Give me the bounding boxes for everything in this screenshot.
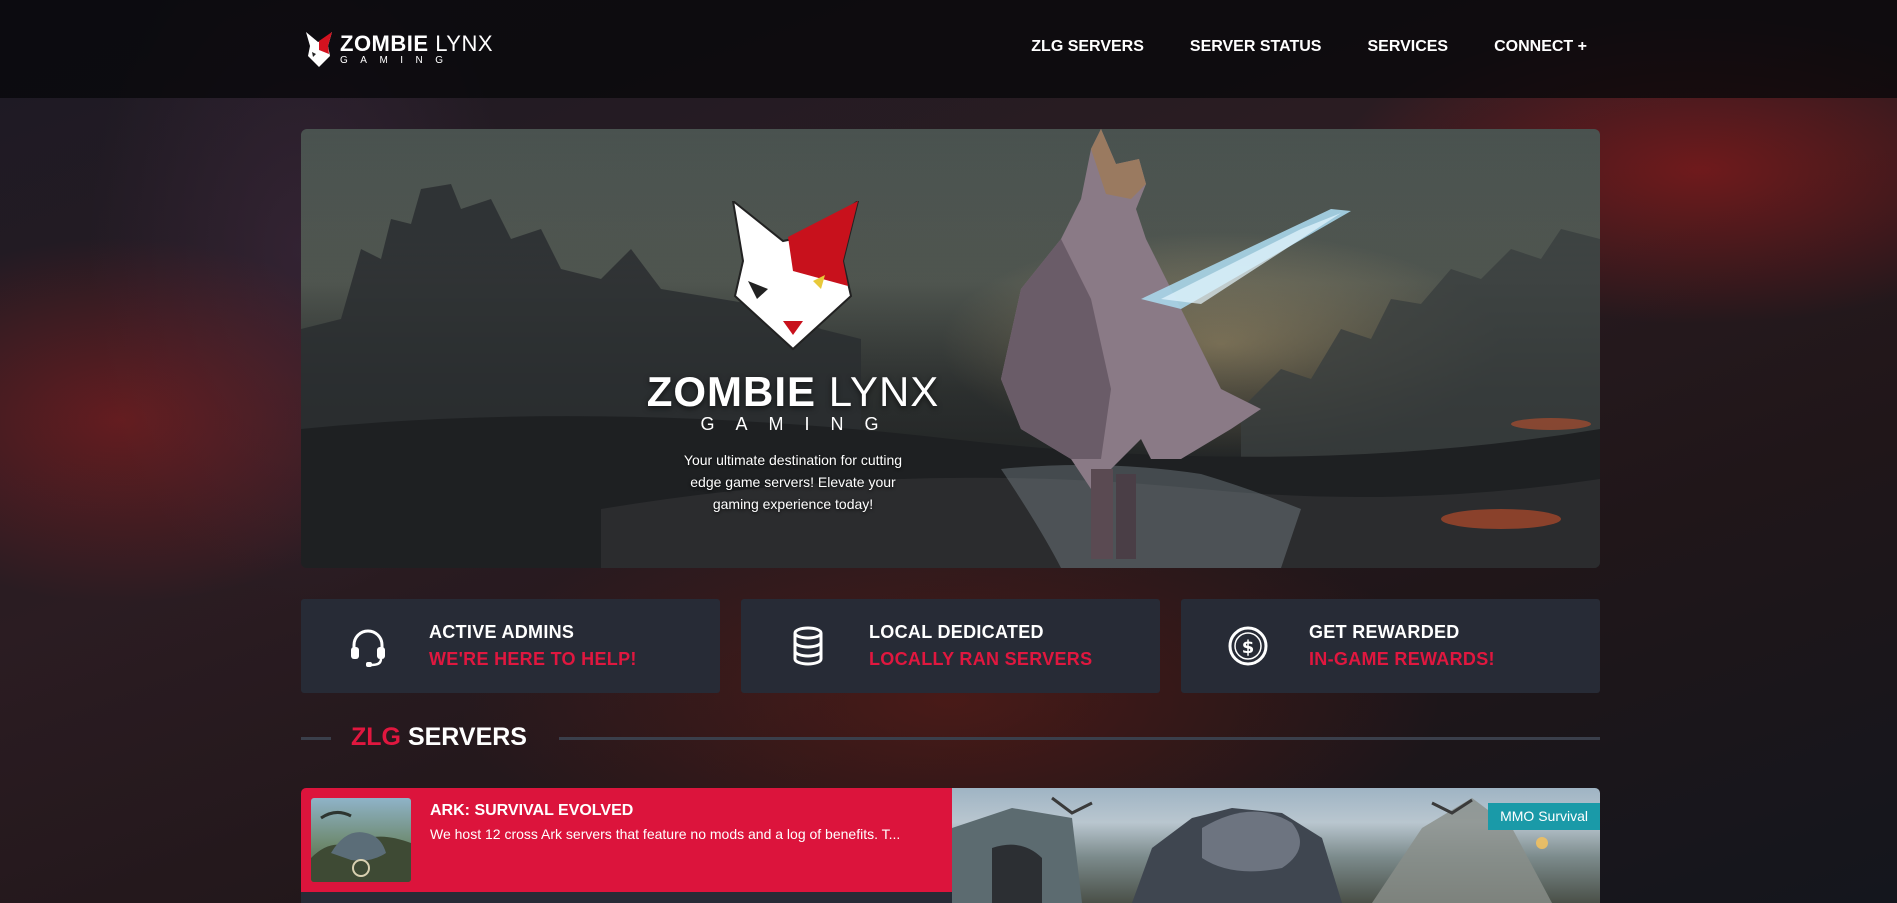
feature-get-rewarded: $ GET REWARDED IN-GAME REWARDS! bbox=[1181, 599, 1600, 693]
hero-title-light: LYNX bbox=[828, 368, 940, 415]
nav-zlg-servers[interactable]: ZLG SERVERS bbox=[1031, 38, 1144, 56]
hero-banner: ZOMBIE LYNX GAMING Your ultimate destina… bbox=[301, 129, 1600, 568]
feature-subtitle: IN-GAME REWARDS! bbox=[1309, 649, 1495, 669]
section-divider-right bbox=[559, 737, 1600, 740]
main-nav: ZLG SERVERS SERVER STATUS SERVICES CONNE… bbox=[1031, 38, 1587, 56]
section-title-accent: ZLG bbox=[351, 723, 401, 751]
hero-subtitle: GAMING bbox=[700, 414, 900, 434]
feature-local-dedicated: LOCAL DEDICATED LOCALLY RAN SERVERS bbox=[741, 599, 1160, 693]
headset-icon bbox=[351, 629, 385, 667]
nav-services[interactable]: SERVICES bbox=[1367, 38, 1448, 56]
server-category-badge: MMO Survival bbox=[1488, 803, 1600, 830]
feature-title: LOCAL DEDICATED bbox=[869, 622, 1044, 642]
section-divider-left bbox=[301, 737, 331, 740]
feature-title: GET REWARDED bbox=[1309, 622, 1460, 642]
server-banner-image: MMO Survival bbox=[952, 788, 1600, 903]
hero-title-bold: ZOMBIE bbox=[646, 368, 817, 415]
server-card-ark[interactable]: ARK: SURVIVAL EVOLVED We host 12 cross A… bbox=[301, 788, 1600, 903]
section-header-servers: ZLG SERVERS bbox=[301, 720, 1600, 756]
dollar-coin-icon: $ bbox=[1228, 626, 1268, 666]
logo-name-bold: ZOMBIE bbox=[340, 30, 429, 56]
feature-active-admins: ACTIVE ADMINS WE'RE HERE TO HELP! bbox=[301, 599, 720, 693]
nav-server-status[interactable]: SERVER STATUS bbox=[1190, 38, 1322, 56]
site-logo[interactable]: ZOMBIE LYNX GAMING bbox=[304, 28, 493, 70]
hero-lynx-logo-icon bbox=[731, 198, 860, 351]
hero-background-scene bbox=[301, 129, 1600, 568]
section-title-rest: SERVERS bbox=[407, 723, 527, 751]
server-description: We host 12 cross Ark servers that featur… bbox=[430, 826, 901, 842]
server-card-footer bbox=[301, 892, 952, 903]
top-navbar: ZOMBIE LYNX GAMING ZLG SERVERS SERVER ST… bbox=[0, 0, 1897, 98]
server-thumbnail bbox=[311, 798, 411, 882]
nav-connect[interactable]: CONNECT + bbox=[1494, 38, 1587, 56]
logo-name-light: LYNX bbox=[435, 30, 494, 56]
lynx-logo-icon bbox=[304, 30, 334, 68]
section-title: ZLG SERVERS bbox=[351, 723, 527, 752]
logo-subtitle: GAMING bbox=[340, 54, 456, 66]
database-icon bbox=[793, 626, 823, 666]
feature-subtitle: LOCALLY RAN SERVERS bbox=[869, 649, 1093, 669]
server-card-info[interactable]: ARK: SURVIVAL EVOLVED We host 12 cross A… bbox=[301, 788, 952, 892]
server-name[interactable]: ARK: SURVIVAL EVOLVED bbox=[430, 802, 633, 820]
svg-text:$: $ bbox=[1242, 637, 1255, 658]
hero-description: Your ultimate destination for cutting ed… bbox=[683, 452, 903, 512]
feature-subtitle: WE'RE HERE TO HELP! bbox=[429, 649, 637, 669]
feature-title: ACTIVE ADMINS bbox=[429, 622, 575, 642]
